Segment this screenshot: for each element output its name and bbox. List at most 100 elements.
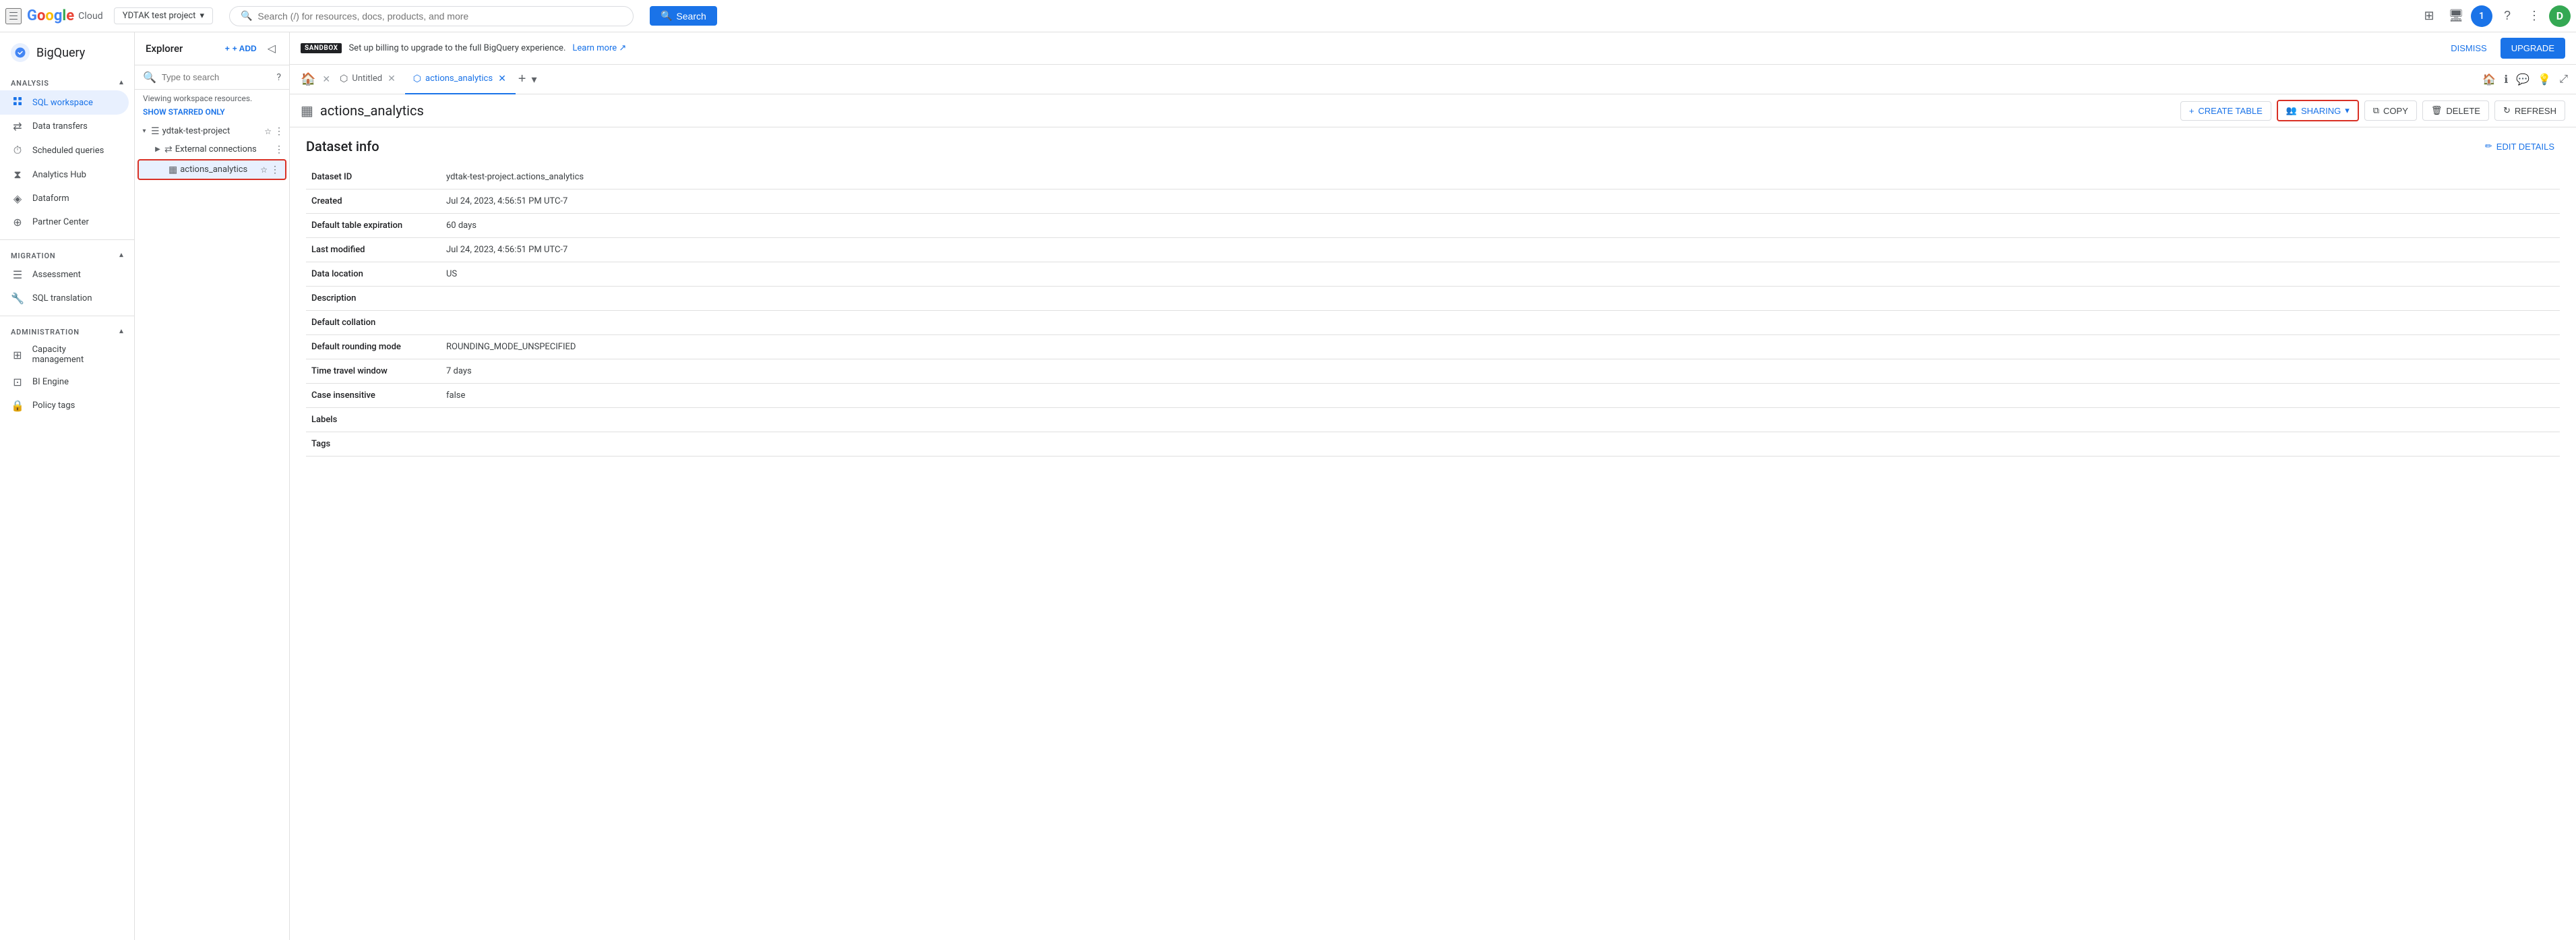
- tab-more-button[interactable]: ▾: [528, 70, 539, 89]
- sidebar-item-partner-center[interactable]: ⊕ Partner Center: [0, 210, 129, 234]
- create-table-icon: +: [2189, 106, 2195, 116]
- content-title-area: ▦ actions_analytics: [301, 102, 424, 119]
- user-avatar-d[interactable]: D: [2549, 5, 2571, 27]
- upgrade-button[interactable]: UPGRADE: [2501, 38, 2565, 59]
- google-cloud-logo[interactable]: Google Cloud: [27, 7, 103, 24]
- field-label: Last modified: [306, 238, 441, 262]
- field-value: US: [441, 262, 2560, 287]
- dataform-label: Dataform: [32, 194, 69, 204]
- tab-actions-analytics[interactable]: ⬡ actions_analytics ✕: [405, 65, 516, 94]
- explorer-header: Explorer + + ADD ◁: [135, 32, 289, 65]
- apps-grid-button[interactable]: ⊞: [2417, 4, 2441, 28]
- bi-engine-label: BI Engine: [32, 377, 69, 387]
- sharing-button[interactable]: 👥 SHARING ▾: [2277, 100, 2359, 121]
- migration-section-label: Migration: [11, 252, 55, 260]
- refresh-button[interactable]: ↻ REFRESH: [2494, 100, 2565, 121]
- refresh-label: REFRESH: [2515, 106, 2556, 116]
- data-transfers-icon: ⇄: [11, 120, 24, 133]
- toolbar-actions: + CREATE TABLE 👥 SHARING ▾ ⧉ COPY 🗑 DELE…: [2180, 100, 2565, 121]
- tab-add-button[interactable]: +: [516, 69, 529, 90]
- edit-details-label: EDIT DETAILS: [2496, 142, 2554, 152]
- field-value: [441, 408, 2560, 432]
- tab-home-close-button[interactable]: ✕: [321, 72, 332, 86]
- tree-actions-analytics-item[interactable]: ▦ actions_analytics ☆ ⋮: [137, 159, 286, 180]
- sidebar-item-assessment[interactable]: ☰ Assessment: [0, 263, 129, 287]
- administration-section-header[interactable]: Administration ▾: [0, 322, 134, 339]
- search-help-icon[interactable]: ?: [276, 72, 281, 83]
- actions-analytics-tab-label: actions_analytics: [425, 74, 493, 84]
- delete-button[interactable]: 🗑 DELETE: [2422, 100, 2489, 121]
- notifications-button[interactable]: 🖥: [2444, 4, 2468, 28]
- sidebar-item-sql-translation[interactable]: 🔧 SQL translation: [0, 287, 129, 310]
- sandbox-badge: SANDBOX: [301, 43, 342, 53]
- actions-analytics-star-button[interactable]: ☆: [260, 165, 268, 175]
- sidebar-item-analytics-hub[interactable]: ⧗ Analytics Hub: [0, 163, 129, 187]
- field-value: ROUNDING_MODE_UNSPECIFIED: [441, 335, 2560, 359]
- sidebar-brand: BigQuery: [0, 38, 134, 73]
- google-logo-g: Google: [27, 7, 74, 24]
- sidebar-item-capacity-management[interactable]: ⊞ Capacity management: [0, 339, 129, 370]
- tab-right-info-button[interactable]: ℹ: [2501, 70, 2511, 89]
- actions-analytics-more-button[interactable]: ⋮: [270, 164, 280, 175]
- tab-untitled[interactable]: ⬡ Untitled ✕: [332, 65, 405, 94]
- explorer-search-input[interactable]: [162, 72, 271, 82]
- policy-tags-icon: 🔒: [11, 399, 24, 412]
- project-more-button[interactable]: ⋮: [274, 125, 284, 137]
- tab-right-home-button[interactable]: 🏠: [2480, 70, 2498, 89]
- sidebar-item-scheduled-queries[interactable]: ⏱ Scheduled queries: [0, 138, 129, 163]
- more-options-button[interactable]: ⋮: [2522, 4, 2546, 28]
- external-connections-more-button[interactable]: ⋮: [274, 144, 284, 155]
- table-row: Data location US: [306, 262, 2560, 287]
- learn-more-label: Learn more: [572, 43, 617, 53]
- actions-analytics-tab-icon: ⬡: [413, 74, 421, 84]
- show-starred-only-link[interactable]: SHOW STARRED ONLY: [135, 107, 289, 122]
- project-star-button[interactable]: ☆: [264, 127, 272, 136]
- table-row: Default collation: [306, 311, 2560, 335]
- sidebar-item-data-transfers[interactable]: ⇄ Data transfers: [0, 115, 129, 138]
- main-layout: BigQuery Analysis ▾ SQL workspace ⇄ Data…: [0, 32, 2576, 940]
- tab-home-button[interactable]: 🏠: [295, 69, 321, 89]
- create-table-button[interactable]: + CREATE TABLE: [2180, 101, 2271, 121]
- tab-right-expand-button[interactable]: ⤢: [2556, 71, 2571, 88]
- dismiss-button[interactable]: DISMISS: [2443, 39, 2494, 57]
- user-avatar[interactable]: 1: [2471, 5, 2492, 27]
- actions-analytics-label: actions_analytics: [180, 165, 257, 175]
- cloud-text: Cloud: [78, 11, 103, 22]
- project-selector[interactable]: YDTAK test project ▾: [114, 7, 213, 24]
- hamburger-menu-button[interactable]: [5, 8, 22, 24]
- sidebar-item-sql-workspace[interactable]: SQL workspace: [0, 90, 129, 115]
- analysis-section-header[interactable]: Analysis ▾: [0, 73, 134, 90]
- sidebar-item-bi-engine[interactable]: ⊡ BI Engine: [0, 370, 129, 394]
- edit-details-button[interactable]: ✏ EDIT DETAILS: [2480, 138, 2560, 154]
- tab-right-chat-button[interactable]: 💬: [2513, 70, 2532, 89]
- assessment-icon: ☰: [11, 268, 24, 281]
- content-title: actions_analytics: [320, 102, 424, 119]
- tree-external-connections-item[interactable]: ▶ ⇄ External connections ⋮: [135, 140, 289, 158]
- search-bar-icon: 🔍: [241, 11, 252, 22]
- sidebar-item-dataform[interactable]: ◈ Dataform: [0, 187, 129, 210]
- copy-button[interactable]: ⧉ COPY: [2364, 100, 2417, 121]
- global-search-input[interactable]: [257, 11, 622, 22]
- tab-right-lightbulb-button[interactable]: 💡: [2535, 70, 2554, 89]
- field-value: Jul 24, 2023, 4:56:51 PM UTC-7: [441, 189, 2560, 214]
- untitled-tab-close-button[interactable]: ✕: [386, 71, 397, 86]
- field-label: Time travel window: [306, 359, 441, 384]
- migration-section-header[interactable]: Migration ▾: [0, 245, 134, 263]
- learn-more-link[interactable]: Learn more ↗: [572, 43, 626, 53]
- search-button[interactable]: 🔍 Search: [650, 6, 717, 26]
- migration-chevron-icon: ▾: [119, 251, 123, 260]
- sandbox-banner-actions: DISMISS UPGRADE: [2443, 38, 2565, 59]
- external-connections-chevron-icon: ▶: [154, 146, 162, 153]
- explorer-add-button[interactable]: + + ADD: [220, 41, 262, 56]
- field-value: false: [441, 384, 2560, 408]
- actions-analytics-tab-close-button[interactable]: ✕: [497, 71, 508, 86]
- field-label: Dataset ID: [306, 165, 441, 189]
- tree-project-item[interactable]: ▾ ☰ ydtak-test-project ☆ ⋮: [135, 122, 289, 140]
- help-button[interactable]: ?: [2495, 4, 2519, 28]
- table-row: Last modified Jul 24, 2023, 4:56:51 PM U…: [306, 238, 2560, 262]
- explorer-collapse-button[interactable]: ◁: [265, 39, 278, 58]
- sharing-label: SHARING: [2301, 106, 2341, 116]
- left-sidebar: BigQuery Analysis ▾ SQL workspace ⇄ Data…: [0, 32, 135, 940]
- sidebar-divider-1: [0, 239, 134, 240]
- sidebar-item-policy-tags[interactable]: 🔒 Policy tags: [0, 394, 129, 417]
